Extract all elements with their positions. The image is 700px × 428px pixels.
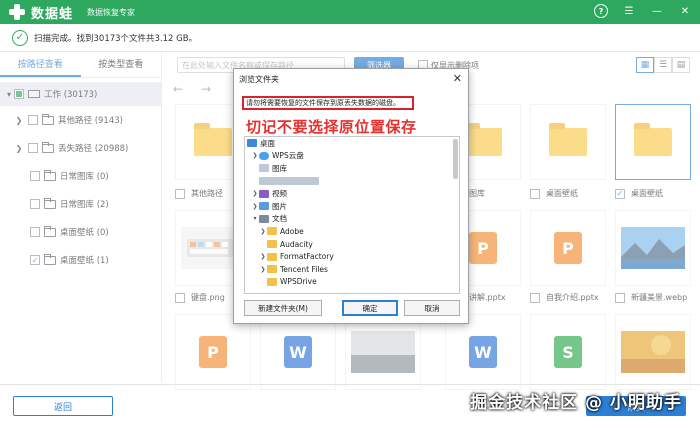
- folder-icon: [267, 252, 277, 261]
- picture-icon: [259, 202, 269, 211]
- document-icon: [259, 214, 269, 223]
- tree-node[interactable]: ❯ Adobe: [245, 225, 459, 238]
- tree-node[interactable]: [245, 175, 459, 188]
- chevron-right-icon[interactable]: ❯: [259, 228, 267, 235]
- folder-icon: [267, 277, 277, 286]
- tree-node-label: Audacity: [280, 239, 313, 249]
- tree-node-label: WPSDrive: [280, 277, 317, 287]
- tree-node-label: FormatFactory: [280, 252, 334, 262]
- tree-node-label: Adobe: [280, 226, 304, 236]
- footer-divider: [0, 384, 700, 385]
- dialog-warning-message: 请勿将需要恢复的文件保存到原丢失数据的磁盘。: [242, 96, 414, 110]
- desktop-icon: [247, 139, 257, 148]
- tree-scrollbar[interactable]: [453, 139, 458, 179]
- tree-node[interactable]: ❯ 视频: [245, 187, 459, 200]
- scan-status-text: 扫描完成。找到30173个文件共3.12 GB。: [34, 33, 198, 44]
- tree-node-label: 文档: [272, 214, 287, 224]
- tree-node-label: WPS云盘: [272, 151, 304, 161]
- watermark-text: 掘金技术社区 @ 小明助手: [470, 393, 682, 413]
- minimize-icon[interactable]: —: [650, 4, 664, 18]
- menu-icon[interactable]: ☰: [622, 4, 636, 18]
- chevron-right-icon[interactable]: ❯: [251, 152, 259, 159]
- browse-folder-dialog: 浏览文件夹 ✕ 请勿将需要恢复的文件保存到原丢失数据的磁盘。 切记不要选择原位置…: [233, 68, 469, 324]
- tree-node-label: 图片: [272, 201, 287, 211]
- tree-node[interactable]: ▾ 文档: [245, 213, 459, 226]
- folder-tree: 桌面 ❯ WPS云盘 图库 ❯ 视频 ❯ 图片 ▾ 文档 ❯ Adobe Audacity…: [244, 136, 460, 294]
- cloud-icon: [259, 151, 269, 160]
- ok-button[interactable]: 确定: [342, 300, 398, 316]
- tree-node[interactable]: 图库: [245, 162, 459, 175]
- chevron-down-icon[interactable]: ▾: [251, 215, 259, 222]
- check-circle-icon: ✓: [12, 29, 28, 46]
- tree-node-label: 图库: [272, 163, 287, 173]
- app-logo-icon: [9, 4, 25, 20]
- tree-node[interactable]: ❯ 图片: [245, 200, 459, 213]
- tree-node-label: 桌面: [260, 138, 275, 148]
- scan-status-bar: ✓ 扫描完成。找到30173个文件共3.12 GB。: [0, 24, 700, 52]
- tree-node[interactable]: ❯ FormatFactory: [245, 250, 459, 263]
- new-folder-button[interactable]: 新建文件夹(M): [244, 300, 322, 316]
- tree-node-label: Tencent Files: [280, 264, 328, 274]
- folder-icon: [267, 227, 277, 236]
- cancel-button[interactable]: 取消: [404, 300, 460, 316]
- annotation-text: 切记不要选择原位置保存: [246, 118, 417, 136]
- blurred-item-icon: [259, 177, 319, 186]
- tree-node[interactable]: ❯ Tencent Files: [245, 263, 459, 276]
- close-icon[interactable]: ✕: [678, 4, 692, 18]
- help-icon[interactable]: ?: [594, 4, 608, 18]
- tree-node[interactable]: Audacity: [245, 238, 459, 251]
- app-name: 数据蛙: [31, 6, 74, 22]
- close-icon[interactable]: ✕: [453, 72, 462, 85]
- library-icon: [259, 164, 269, 173]
- chevron-right-icon[interactable]: ❯: [259, 253, 267, 260]
- app-subtitle: 数据恢复专家: [87, 7, 136, 17]
- tree-node-label: 视频: [272, 189, 287, 199]
- video-icon: [259, 189, 269, 198]
- tree-node[interactable]: 桌面: [245, 137, 459, 150]
- back-button[interactable]: 返回: [13, 396, 113, 416]
- tree-node[interactable]: ❯ WPS云盘: [245, 150, 459, 163]
- chevron-right-icon[interactable]: ❯: [259, 266, 267, 273]
- folder-icon: [267, 265, 277, 274]
- dialog-title: 浏览文件夹: [239, 74, 279, 84]
- folder-icon: [267, 240, 277, 249]
- title-bar: 数据蛙 数据恢复专家 ? ☰ — ✕: [0, 0, 700, 24]
- tree-node[interactable]: WPSDrive: [245, 276, 459, 289]
- chevron-right-icon[interactable]: ❯: [251, 190, 259, 197]
- chevron-right-icon[interactable]: ❯: [251, 203, 259, 210]
